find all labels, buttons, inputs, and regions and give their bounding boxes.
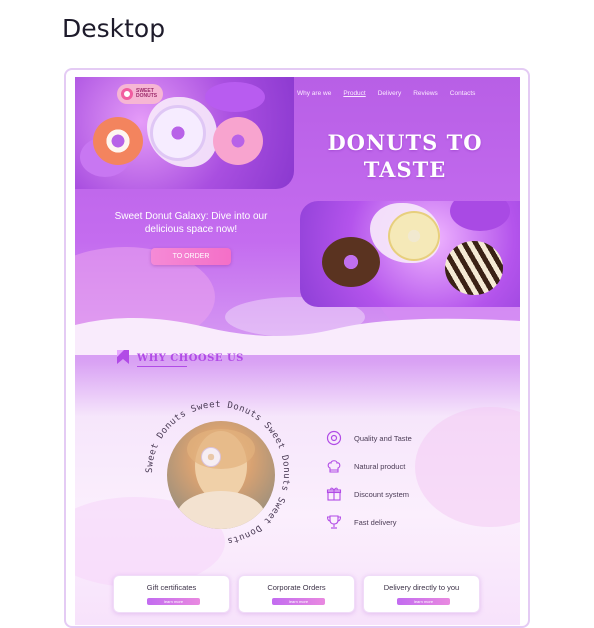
donut-white bbox=[150, 105, 206, 161]
donut-icon bbox=[326, 430, 342, 446]
smiling-woman-photo bbox=[167, 421, 275, 529]
nav-item-why-are-we[interactable]: Why are we bbox=[297, 90, 331, 97]
donut-vanilla bbox=[388, 211, 440, 261]
nav-item-product[interactable]: Product bbox=[343, 90, 365, 97]
learn-more-button[interactable]: learn more bbox=[147, 598, 200, 605]
hero-donuts-image-2 bbox=[300, 201, 520, 307]
page-heading: Desktop bbox=[62, 14, 166, 43]
card-corporate-orders[interactable]: Corporate Orders learn more bbox=[238, 575, 355, 613]
card-gift-certificates[interactable]: Gift certificates learn more bbox=[113, 575, 230, 613]
to-order-button[interactable]: TO ORDER bbox=[151, 248, 231, 265]
learn-more-button[interactable]: learn more bbox=[272, 598, 325, 605]
nav-item-reviews[interactable]: Reviews bbox=[413, 90, 438, 97]
donut-pink bbox=[213, 117, 263, 165]
donut-zebra bbox=[445, 241, 503, 295]
feature-item: Quality and Taste bbox=[326, 424, 412, 452]
hero-title: DONUTS TO TASTE bbox=[327, 130, 483, 182]
bookmark-icon bbox=[117, 350, 129, 364]
title-underline bbox=[137, 366, 187, 367]
website-preview: SWEET DONUTS Why are we Product Delivery… bbox=[75, 77, 520, 625]
why-choose-us-title: WHY CHOOSE US bbox=[137, 353, 244, 364]
donut-chocolate bbox=[322, 237, 380, 287]
nav-item-contacts[interactable]: Contacts bbox=[450, 90, 476, 97]
gift-icon bbox=[326, 487, 342, 501]
chef-hat-icon bbox=[327, 460, 341, 473]
service-cards: Gift certificates learn more Corporate O… bbox=[113, 575, 480, 613]
main-nav: Why are we Product Delivery Reviews Cont… bbox=[297, 90, 475, 97]
donut-strawberry bbox=[93, 117, 143, 165]
feature-item: Natural product bbox=[326, 452, 412, 480]
background-blob bbox=[415, 407, 520, 527]
trophy-icon bbox=[326, 515, 342, 529]
hero-tagline: Sweet Donut Galaxy: Dive into our delici… bbox=[114, 211, 268, 235]
feature-item: Fast delivery bbox=[326, 508, 412, 536]
feature-list: Quality and Taste Natural product Discou… bbox=[326, 424, 412, 536]
logo[interactable]: SWEET DONUTS bbox=[117, 84, 163, 104]
learn-more-button[interactable]: learn more bbox=[397, 598, 450, 605]
nav-item-delivery[interactable]: Delivery bbox=[378, 90, 401, 97]
card-delivery[interactable]: Delivery directly to you learn more bbox=[363, 575, 480, 613]
hero-donuts-image: SWEET DONUTS bbox=[75, 77, 294, 189]
feature-item: Discount system bbox=[326, 480, 412, 508]
hero-wave bbox=[75, 317, 520, 355]
